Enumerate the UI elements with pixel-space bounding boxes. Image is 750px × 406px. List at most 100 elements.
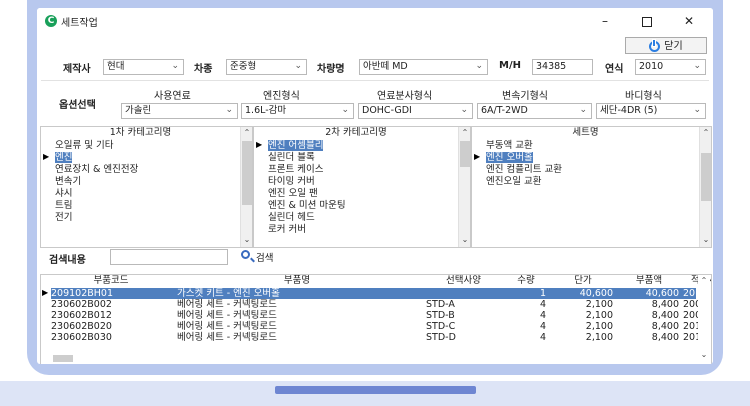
column-header[interactable]: 부품액 <box>619 275 679 287</box>
maker-label: 제작사 <box>63 64 91 75</box>
category2-item[interactable]: 타이밍 커버 <box>268 176 315 187</box>
mh-field[interactable]: 34385 <box>532 59 593 75</box>
row-pointer-icon: ▶ <box>474 152 481 161</box>
table-cell: 8,400 <box>651 332 679 343</box>
column-header[interactable]: 단가 <box>553 275 613 287</box>
category2-item[interactable]: 실린더 헤드 <box>268 212 315 223</box>
scroll-down-icon[interactable]: ⌄ <box>459 234 470 246</box>
chevron-down-icon: ⌄ <box>475 61 483 71</box>
row-pointer-icon: ▶ <box>256 140 263 149</box>
category2-list[interactable]: 2차 카테고리명 ▶ 엔진 어셈블리 실린더 블록 프론트 케이스 타이밍 커버 엔진 오… <box>253 126 471 248</box>
scroll-thumb[interactable] <box>701 153 711 201</box>
category1-item[interactable]: 엔진 <box>55 152 73 163</box>
scroll-up-icon[interactable]: ⌃ <box>459 127 470 139</box>
grid-scrollbar[interactable]: ⌃ ⌄ <box>698 275 710 364</box>
set-item[interactable]: 엔진오일 교환 <box>486 176 541 187</box>
table-row[interactable]: 230602B002 베어링 세트 - 커넥팅로드 STD-A 4 2,100 8,400… <box>51 299 707 310</box>
engine-type-select[interactable]: 1.6L-감마 ⌄ <box>241 103 354 119</box>
column-header[interactable]: 부품코드 <box>51 275 171 287</box>
category2-item[interactable]: 엔진 어셈블리 <box>268 140 324 151</box>
category2-scrollbar[interactable]: ⌃ ⌄ <box>458 127 470 247</box>
table-row[interactable]: 230602B030 베어링 세트 - 커넥팅로드 STD-D 4 2,100 8,400… <box>51 332 708 343</box>
scroll-thumb[interactable] <box>460 141 470 167</box>
category1-item[interactable]: 오일류 및 기타 <box>55 140 113 151</box>
grid-hscroll-thumb[interactable] <box>53 355 73 362</box>
search-input[interactable] <box>110 249 228 265</box>
transmission-select[interactable]: 6A/T-2WD ⌄ <box>477 103 592 119</box>
table-row[interactable]: 209102BH01 가스켓 키트 - 엔진 오버홀 1 40,600 40,600 20… <box>51 288 708 299</box>
fuel-select[interactable]: 가솔린 ⌄ <box>121 103 238 119</box>
category2-item[interactable]: 로커 커버 <box>268 224 306 235</box>
category1-item[interactable]: 트림 <box>55 200 72 211</box>
scroll-up-icon[interactable]: ⌃ <box>700 127 711 139</box>
year-select[interactable]: 2010 ⌄ <box>635 59 706 75</box>
scroll-down-icon[interactable]: ⌄ <box>698 349 710 361</box>
category1-scrollbar[interactable]: ⌃ ⌄ <box>240 127 252 247</box>
category2-item[interactable]: 프론트 케이스 <box>268 164 323 175</box>
set-scrollbar[interactable]: ⌃ ⌄ <box>699 127 711 247</box>
category2-item[interactable]: 엔진 & 미션 마운팅 <box>268 200 346 211</box>
car-type-select[interactable]: 준중형 ⌄ <box>226 59 307 75</box>
scroll-down-icon[interactable]: ⌄ <box>700 234 711 246</box>
body-type-select[interactable]: 세단-4DR (5) ⌄ <box>596 103 706 119</box>
column-header[interactable]: 선택사양 <box>426 275 501 287</box>
close-button[interactable]: 닫기 <box>625 37 707 54</box>
maximize-button[interactable] <box>632 11 662 31</box>
set-item[interactable]: 부동액 교환 <box>486 140 533 151</box>
minimize-button[interactable]: – <box>590 11 620 31</box>
mh-label: M/H <box>499 60 521 71</box>
table-cell: 230602B002 <box>51 299 112 310</box>
table-cell: 2,100 <box>585 332 613 343</box>
table-cell: 8,400 <box>651 310 679 321</box>
table-row[interactable]: 230602B012 베어링 세트 - 커넥팅로드 STD-B 4 2,100 8,400… <box>51 310 708 321</box>
category1-item[interactable]: 연료장치 & 엔진전장 <box>55 164 138 175</box>
scroll-down-icon[interactable]: ⌄ <box>241 234 252 246</box>
table-cell: 40,600 <box>645 288 679 299</box>
column-header[interactable]: 수량 <box>506 275 546 287</box>
table-cell: 2010 <box>683 288 708 299</box>
scroll-up-icon[interactable]: ⌃ <box>698 275 710 287</box>
close-window-button[interactable]: ✕ <box>674 11 704 31</box>
search-button[interactable]: 검색 <box>256 250 273 264</box>
chevron-down-icon: ⌄ <box>693 61 701 71</box>
category1-item[interactable]: 전기 <box>55 212 72 223</box>
injection-label: 연료분사형식 <box>377 91 433 102</box>
category2-item[interactable]: 실린더 블록 <box>268 152 315 163</box>
title-bar: C 세트작업 – ✕ <box>37 8 713 34</box>
set-item[interactable]: 엔진 오버홀 <box>486 152 533 163</box>
year-value: 2010 <box>639 61 664 72</box>
table-cell: 8,400 <box>651 321 679 332</box>
injection-select[interactable]: DOHC-GDI ⌄ <box>358 103 473 119</box>
set-work-window: C 세트작업 – ✕ 닫기 제작사 현대 ⌄ 차종 준중형 ⌄ 차량명 아반떼 MD… <box>37 8 713 364</box>
row-pointer-icon: ▶ <box>43 152 50 161</box>
body-type-value: 세단-4DR (5) <box>600 105 658 116</box>
transmission-value: 6A/T-2WD <box>481 105 528 116</box>
car-name-label: 차량명 <box>317 64 345 75</box>
table-cell: 2006 <box>683 310 708 321</box>
chevron-down-icon: ⌄ <box>693 105 701 115</box>
category1-header: 1차 카테고리명 <box>109 127 172 138</box>
set-list[interactable]: 세트명 부동액 교환 ▶ 엔진 오버홀 엔진 컴플리트 교환 엔진오일 교환 ⌃ ⌄ <box>471 126 712 248</box>
page-scroll-thumb[interactable] <box>275 386 476 394</box>
category1-item[interactable]: 변속기 <box>55 176 81 187</box>
scroll-thumb[interactable] <box>242 141 252 205</box>
maker-select[interactable]: 현대 ⌄ <box>103 59 184 75</box>
car-name-select[interactable]: 아반떼 MD ⌄ <box>359 59 488 75</box>
car-type-value: 준중형 <box>230 61 257 72</box>
car-name-value: 아반떼 MD <box>363 61 408 72</box>
category1-list[interactable]: 1차 카테고리명 오일류 및 기타 ▶ 엔진 연료장치 & 엔진전장 변속기 샤시 트림 전기… <box>40 126 253 248</box>
table-cell: 베어링 세트 - 커넥팅로드 <box>177 332 277 343</box>
scroll-up-icon[interactable]: ⌃ <box>241 127 252 139</box>
table-cell: 40,600 <box>579 288 613 299</box>
column-header[interactable]: 부품명 <box>177 275 417 287</box>
maximize-icon <box>642 16 652 27</box>
category2-item[interactable]: 엔진 오일 팬 <box>268 188 318 199</box>
category1-item[interactable]: 샤시 <box>55 188 72 199</box>
table-cell: 2010 <box>683 332 708 343</box>
table-row[interactable]: 230602B020 베어링 세트 - 커넥팅로드 STD-C 4 2,100 8,400… <box>51 321 707 332</box>
parts-grid[interactable]: 부품코드부품명선택사양수량단가부품액적용시작 ▶209102BH01가스켓 키트… <box>40 274 712 364</box>
search-icon[interactable] <box>241 250 250 259</box>
table-cell: 베어링 세트 - 커넥팅로드 <box>177 321 277 332</box>
table-cell: 230602B030 <box>51 332 112 343</box>
set-item[interactable]: 엔진 컴플리트 교환 <box>486 164 562 175</box>
